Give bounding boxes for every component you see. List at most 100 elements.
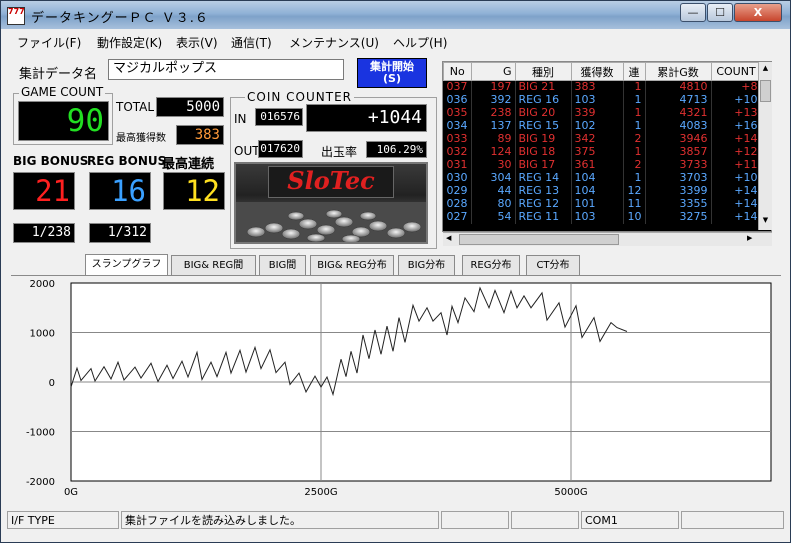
menu-maintenance[interactable]: メンテナンス(U) bbox=[289, 34, 379, 51]
table-row[interactable]: 027 54 REG 11 103 10 3275 +14 bbox=[443, 210, 762, 224]
scroll-left-icon[interactable]: ◀ bbox=[446, 234, 451, 242]
max-gain-label: 最高獲得数 bbox=[116, 133, 166, 144]
coin-in-label: IN bbox=[234, 112, 247, 126]
status-if-type: I/F TYPE bbox=[7, 511, 119, 529]
col-header-count[interactable]: COUNT bbox=[710, 62, 762, 81]
table-cell-count: +14 bbox=[711, 197, 762, 211]
x-tick-label: 0G bbox=[64, 487, 78, 498]
menu-help[interactable]: ヘルプ(H) bbox=[393, 34, 447, 51]
col-header-gain[interactable]: 獲得数 bbox=[570, 62, 624, 81]
slump-graph-panel: 2000 1000 0 -1000 -2000 0G 2500G 5000G bbox=[11, 275, 781, 505]
max-streak-label: 最高連続 bbox=[162, 157, 215, 172]
table-cell-gain: 342 bbox=[571, 132, 624, 146]
table-cell-gain: 102 bbox=[571, 119, 624, 133]
table-cell-type: REG 12 bbox=[515, 197, 572, 211]
table-cell-type: BIG 19 bbox=[515, 132, 572, 146]
start-summary-button[interactable]: 集計開始 (S) bbox=[357, 58, 427, 88]
table-cell-count: +13 bbox=[711, 106, 762, 120]
table-row[interactable]: 030 304 REG 14 104 1 3703 +10 bbox=[443, 171, 762, 185]
col-header-total[interactable]: 累計G数 bbox=[644, 62, 712, 81]
max-gain-value: 383 bbox=[176, 125, 224, 145]
slotec-logo-panel: SloTec bbox=[234, 162, 428, 244]
table-cell-count: +10 bbox=[711, 171, 762, 185]
start-summary-line2: (S) bbox=[383, 72, 401, 85]
table-row[interactable]: 033 89 BIG 19 342 2 3946 +14 bbox=[443, 132, 762, 146]
table-cell-gain: 101 bbox=[571, 197, 624, 211]
menu-settings[interactable]: 動作設定(K) bbox=[97, 34, 162, 51]
reg-bonus-value: 16 bbox=[89, 172, 151, 210]
tab-slump-graph[interactable]: スランプグラフ bbox=[85, 254, 168, 275]
y-tick-label: 2000 bbox=[30, 279, 55, 290]
table-cell-gain: 361 bbox=[571, 158, 624, 172]
summary-name-label: 集計データ名 bbox=[19, 67, 98, 82]
scroll-up-icon[interactable]: ▲ bbox=[760, 64, 771, 74]
table-vertical-scrollbar[interactable]: ▲ ▼ bbox=[758, 62, 772, 230]
scroll-down-icon[interactable]: ▼ bbox=[760, 216, 771, 226]
scroll-right-icon[interactable]: ▶ bbox=[747, 234, 752, 242]
menu-comm[interactable]: 通信(T) bbox=[231, 34, 272, 51]
tab-big-distribution[interactable]: BIG分布 bbox=[398, 255, 455, 275]
coin-out-value: 017620 bbox=[258, 140, 303, 158]
window-title: データキングーＰＣ Ｖ３.６ bbox=[31, 11, 209, 26]
menu-bar: ファイル(F) 動作設定(K) 表示(V) 通信(T) メンテナンス(U) ヘル… bbox=[1, 30, 790, 52]
coin-pile-image bbox=[236, 202, 426, 242]
table-row[interactable]: 036 392 REG 16 103 1 4713 +10 bbox=[443, 93, 762, 107]
app-logo-icon: 777 bbox=[7, 7, 25, 25]
table-cell-count: +11 bbox=[711, 158, 762, 172]
table-cell-no: 028 bbox=[443, 197, 472, 211]
table-cell-g: 44 bbox=[471, 184, 516, 198]
table-row[interactable]: 031 30 BIG 17 361 2 3733 +11 bbox=[443, 158, 762, 172]
status-empty-1 bbox=[441, 511, 509, 529]
minimize-button[interactable]: — bbox=[680, 3, 706, 22]
table-cell-g: 89 bbox=[471, 132, 516, 146]
table-cell-g: 30 bbox=[471, 158, 516, 172]
table-cell-g: 197 bbox=[471, 80, 516, 94]
title-bar[interactable]: 777 データキングーＰＣ Ｖ３.６ — ☐ X bbox=[1, 1, 790, 29]
bonus-history-table[interactable]: No G 種別 獲得数 連 累計G数 COUNT 037 197 BIG 21 383… bbox=[442, 61, 772, 232]
maximize-button[interactable]: ☐ bbox=[707, 3, 733, 22]
table-row[interactable]: 034 137 REG 15 102 1 4083 +16 bbox=[443, 119, 762, 133]
table-cell-gain: 339 bbox=[571, 106, 624, 120]
table-cell-streak: 1 bbox=[623, 145, 646, 159]
table-cell-type: BIG 17 bbox=[515, 158, 572, 172]
col-header-streak[interactable]: 連 bbox=[622, 62, 646, 81]
table-row[interactable]: 035 238 BIG 20 339 1 4321 +13 bbox=[443, 106, 762, 120]
col-header-no[interactable]: No bbox=[443, 62, 472, 81]
table-cell-total: 3703 bbox=[645, 171, 712, 185]
menu-file[interactable]: ファイル(F) bbox=[17, 34, 81, 51]
tab-big-reg-distribution[interactable]: BIG& REG分布 bbox=[310, 255, 394, 275]
summary-name-input[interactable]: マジカルポップス bbox=[108, 59, 344, 80]
status-message: 集計ファイルを読み込みしました。 bbox=[121, 511, 439, 529]
slump-graph-chart: 2000 1000 0 -1000 -2000 0G 2500G 5000G bbox=[26, 279, 772, 498]
col-header-g[interactable]: G bbox=[470, 62, 516, 81]
table-cell-count: +16 bbox=[711, 119, 762, 133]
coin-out-label: OUT bbox=[234, 144, 260, 158]
x-tick-label: 2500G bbox=[304, 487, 337, 498]
total-label: TOTAL bbox=[116, 100, 155, 114]
status-bar: I/F TYPE 集計ファイルを読み込みしました。 COM1 bbox=[1, 511, 790, 542]
tab-reg-distribution[interactable]: REG分布 bbox=[462, 255, 520, 275]
table-cell-type: REG 13 bbox=[515, 184, 572, 198]
table-row[interactable]: 037 197 BIG 21 383 1 4810 +8 bbox=[443, 80, 762, 94]
tab-big-interval[interactable]: BIG間 bbox=[259, 255, 306, 275]
horizontal-scroll-thumb[interactable] bbox=[459, 234, 619, 245]
menu-view[interactable]: 表示(V) bbox=[176, 34, 218, 51]
close-button[interactable]: X bbox=[734, 3, 782, 22]
tab-ct-distribution[interactable]: CT分布 bbox=[526, 255, 580, 275]
table-row[interactable]: 029 44 REG 13 104 12 3399 +14 bbox=[443, 184, 762, 198]
table-row[interactable]: 032 124 BIG 18 375 1 3857 +12 bbox=[443, 145, 762, 159]
tab-big-reg-interval[interactable]: BIG& REG間 bbox=[171, 255, 256, 275]
total-value: 5000 bbox=[156, 97, 224, 117]
col-header-type[interactable]: 種別 bbox=[514, 62, 572, 81]
table-horizontal-scrollbar[interactable]: ◀ ▶ bbox=[443, 232, 772, 246]
table-cell-type: REG 16 bbox=[515, 93, 572, 107]
vertical-scroll-thumb[interactable] bbox=[760, 80, 771, 102]
table-row[interactable]: 028 80 REG 12 101 11 3355 +14 bbox=[443, 197, 762, 211]
table-cell-type: BIG 18 bbox=[515, 145, 572, 159]
table-cell-count: +10 bbox=[711, 93, 762, 107]
table-cell-gain: 103 bbox=[571, 210, 624, 224]
status-empty-3 bbox=[681, 511, 784, 529]
table-cell-count: +14 bbox=[711, 210, 762, 224]
big-ratio-value: 1/238 bbox=[13, 223, 75, 243]
table-cell-streak: 1 bbox=[623, 171, 646, 185]
